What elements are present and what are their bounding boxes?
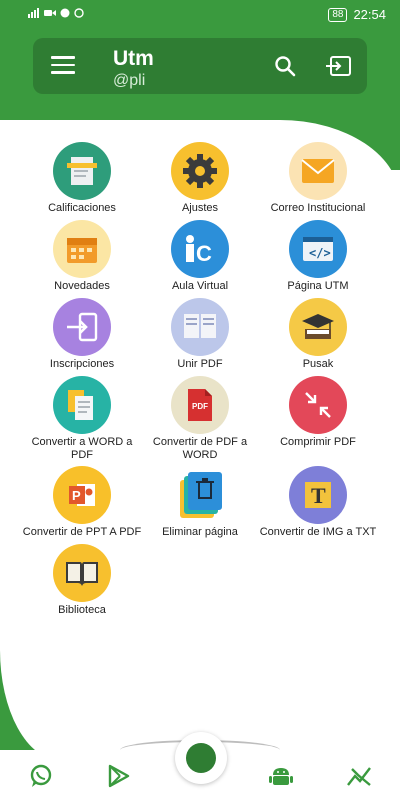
- grid-item-label: Convertir de IMG a TXT: [259, 526, 377, 538]
- pdf-to-word-icon: PDF: [171, 376, 229, 434]
- menu-icon[interactable]: [51, 56, 75, 76]
- grid-item-aula-virtual[interactable]: C Aula Virtual: [140, 220, 260, 293]
- app-title: Utm: [113, 47, 154, 70]
- grid-item-label: Convertir de PDF a WORD: [152, 436, 248, 461]
- whatsapp-icon[interactable]: [28, 763, 54, 789]
- grid-item-pagina-utm[interactable]: </> Página UTM: [258, 220, 378, 293]
- grid-item-word-a-pdf[interactable]: Convertir a WORD a PDF: [22, 376, 142, 462]
- home-fab-button[interactable]: [175, 732, 227, 784]
- grid-item-unir-pdf[interactable]: Unir PDF: [140, 298, 260, 371]
- grid-item-label: Eliminar página: [162, 526, 238, 538]
- code-browser-icon: </>: [289, 220, 347, 278]
- sim-icon: [60, 8, 70, 18]
- grid-item-calificaciones[interactable]: Calificaciones: [22, 142, 142, 215]
- grid-item-inscripciones[interactable]: Inscripciones: [22, 298, 142, 371]
- home-fab-icon: [186, 743, 216, 773]
- grid-item-label: Página UTM: [287, 280, 349, 292]
- virtual-classroom-icon: C: [171, 220, 229, 278]
- book-icon: [53, 544, 111, 602]
- grid-item-label: Convertir de PPT A PDF: [22, 526, 142, 538]
- grid-item-label: Calificaciones: [48, 202, 116, 214]
- login-icon: [53, 298, 111, 356]
- grid-item-label: Correo Institucional: [270, 202, 366, 214]
- merge-pdf-icon: [171, 298, 229, 356]
- app-subtitle: @pli: [113, 72, 146, 89]
- status-right: 88 22:54: [328, 7, 386, 22]
- grid-item-novedades[interactable]: Novedades: [22, 220, 142, 293]
- battery-indicator: 88: [328, 7, 348, 22]
- grid-item-label: Inscripciones: [49, 358, 115, 370]
- grid-item-label: Novedades: [54, 280, 110, 292]
- calendar-icon: [53, 220, 111, 278]
- grid-item-label: Comprimir PDF: [280, 436, 356, 448]
- signal-icon: [28, 8, 39, 18]
- grid-item-label: Ajustes: [181, 202, 219, 214]
- exit-icon[interactable]: [325, 54, 353, 78]
- svg-text:C: C: [196, 241, 212, 266]
- status-icons: [28, 8, 84, 18]
- chart-icon[interactable]: [346, 763, 372, 789]
- grid-item-comprimir-pdf[interactable]: Comprimir PDF: [258, 376, 378, 449]
- clock: 22:54: [353, 7, 386, 22]
- status-bar: 88 22:54: [0, 0, 400, 30]
- graduation-book-icon: [289, 298, 347, 356]
- grid-item-pdf-a-word[interactable]: PDF Convertir de PDF a WORD: [140, 376, 260, 462]
- grid-item-label: Aula Virtual: [171, 280, 229, 292]
- svg-text:T: T: [311, 483, 326, 508]
- gear-icon: [171, 142, 229, 200]
- word-to-pdf-icon: [53, 376, 111, 434]
- grid-item-label: Biblioteca: [58, 604, 106, 616]
- svg-text:PDF: PDF: [192, 402, 208, 411]
- grid-item-biblioteca[interactable]: Biblioteca: [22, 544, 142, 617]
- ppt-icon: P: [53, 466, 111, 524]
- grid-item-label: Convertir a WORD a PDF: [31, 436, 133, 461]
- svg-text:</>: </>: [309, 246, 331, 260]
- grid-item-ppt-a-pdf[interactable]: P Convertir de PPT A PDF: [22, 466, 142, 539]
- grid-item-label: Unir PDF: [177, 358, 223, 370]
- compress-icon: [289, 376, 347, 434]
- grid-item-pusak[interactable]: Pusak: [258, 298, 378, 371]
- search-icon[interactable]: [273, 54, 297, 78]
- grades-icon: [53, 142, 111, 200]
- app-bar: Utm @pli: [33, 38, 367, 94]
- svg-text:P: P: [72, 488, 81, 503]
- text-icon: T: [289, 466, 347, 524]
- trash-icon: [171, 466, 229, 524]
- grid-item-ajustes[interactable]: Ajustes: [140, 142, 260, 215]
- grid-item-label: Pusak: [302, 358, 334, 370]
- grid-item-eliminar-pagina[interactable]: Eliminar página: [140, 466, 260, 539]
- play-store-icon[interactable]: [106, 763, 132, 789]
- mail-icon: [289, 142, 347, 200]
- android-icon[interactable]: [268, 763, 294, 789]
- data-saver-icon: [74, 8, 84, 18]
- video-icon: [44, 10, 56, 16]
- grid-item-correo[interactable]: Correo Institucional: [258, 142, 378, 215]
- grid-item-img-a-txt[interactable]: T Convertir de IMG a TXT: [258, 466, 378, 539]
